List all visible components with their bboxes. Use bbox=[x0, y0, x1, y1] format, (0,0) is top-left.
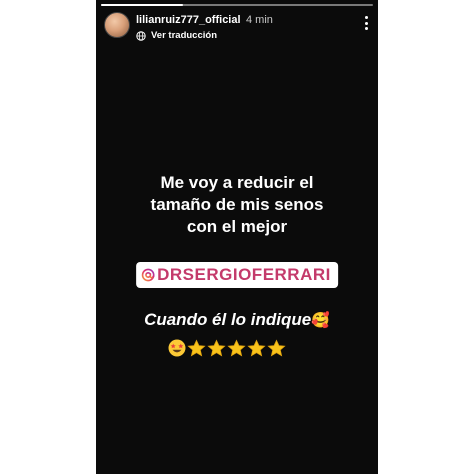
story-text-line: Me voy a reducir el bbox=[160, 173, 314, 192]
mention-at-icon bbox=[141, 268, 155, 282]
star-icon bbox=[247, 339, 266, 357]
story-header: lilianruiz777_official 4 min Ver traducc… bbox=[104, 11, 370, 45]
translate-icon bbox=[136, 30, 146, 41]
closing-text-label: Cuando él lo indique bbox=[144, 310, 312, 329]
story-progress-fill bbox=[101, 4, 183, 6]
rating-row bbox=[168, 338, 286, 358]
story-progress-bar bbox=[101, 4, 373, 6]
timestamp: 4 min bbox=[246, 14, 273, 26]
story-text-line: con el mejor bbox=[186, 217, 288, 236]
closing-text: Cuando él lo indique🥰 bbox=[96, 310, 378, 330]
mention-sticker[interactable]: DRSERGIOFERRARI bbox=[136, 262, 338, 288]
menu-dots-icon[interactable] bbox=[364, 16, 368, 30]
star-icon bbox=[187, 339, 206, 357]
star-struck-icon bbox=[168, 339, 186, 357]
star-icon bbox=[207, 339, 226, 357]
mention-text: DRSERGIOFERRARI bbox=[157, 265, 331, 284]
avatar[interactable] bbox=[104, 12, 130, 38]
translate-label: Ver traducción bbox=[151, 30, 217, 41]
story-main-text: Me voy a reducir el tamaño de mis senos … bbox=[96, 172, 378, 238]
translate-link[interactable]: Ver traducción bbox=[136, 30, 217, 41]
story-viewer[interactable]: lilianruiz777_official 4 min Ver traducc… bbox=[96, 0, 378, 474]
username[interactable]: lilianruiz777_official bbox=[136, 14, 241, 26]
star-icon bbox=[227, 339, 246, 357]
smiling-hearts-icon: 🥰 bbox=[311, 312, 330, 329]
star-icon bbox=[267, 339, 286, 357]
story-text-line: tamaño de mis senos bbox=[150, 195, 324, 214]
